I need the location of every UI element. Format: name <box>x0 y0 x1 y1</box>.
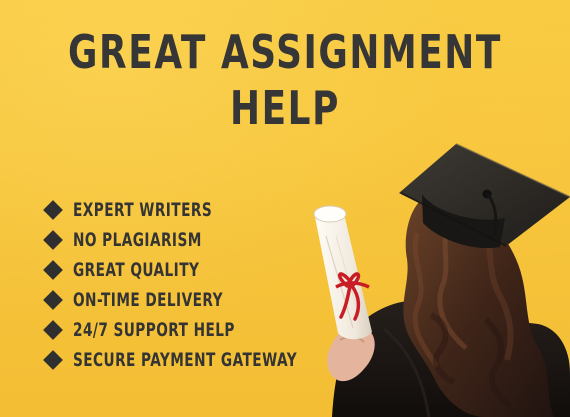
graduate-illustration <box>313 143 570 417</box>
rolled-diploma-icon <box>313 205 372 340</box>
